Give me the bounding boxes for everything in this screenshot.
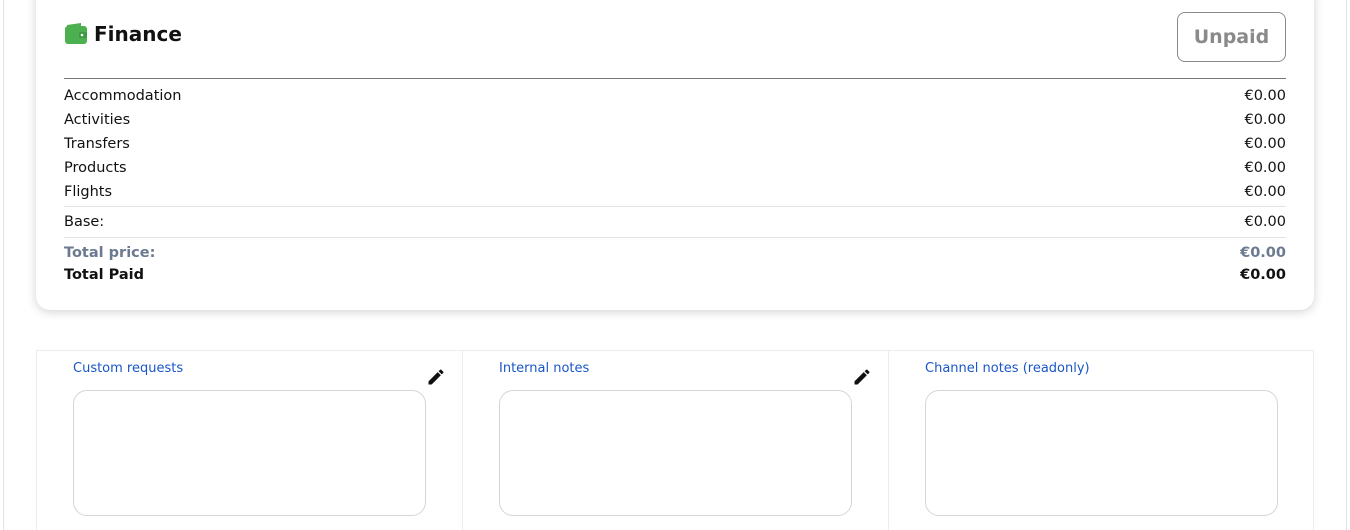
total-price-amount: €0.00 (1240, 245, 1286, 261)
total-paid-amount: €0.00 (1240, 267, 1286, 283)
total-paid-label: Total Paid (64, 267, 145, 283)
channel-notes-panel: Channel notes (readonly) (888, 351, 1314, 530)
line-item-products: Products €0.00 (64, 156, 1286, 180)
pencil-icon[interactable] (852, 367, 872, 387)
internal-notes-panel: Internal notes (462, 351, 888, 530)
finance-header: Finance (64, 22, 182, 46)
line-item-amount: €0.00 (1244, 136, 1286, 152)
line-item-label: Activities (64, 112, 131, 128)
finance-line-items: Accommodation €0.00 Activities €0.00 Tra… (64, 84, 1286, 284)
line-item-amount: €0.00 (1244, 88, 1286, 104)
finance-divider (64, 78, 1286, 79)
payment-status-button[interactable]: Unpaid (1177, 12, 1286, 62)
base-label: Base: (64, 214, 105, 230)
base-amount: €0.00 (1244, 214, 1286, 230)
custom-requests-panel: Custom requests (36, 351, 462, 530)
total-paid-row: Total Paid €0.00 (64, 266, 1286, 284)
page-right-border (1346, 0, 1347, 530)
line-item-accommodation: Accommodation €0.00 (64, 84, 1286, 108)
notes-section: Custom requests Internal notes Channel n… (36, 350, 1314, 530)
custom-requests-textarea[interactable] (73, 390, 426, 516)
finance-card: Finance Unpaid Accommodation €0.00 Activ… (36, 0, 1314, 310)
internal-notes-label: Internal notes (499, 361, 590, 376)
total-price-row: Total price: €0.00 (64, 240, 1286, 266)
total-price-label: Total price: (64, 245, 156, 261)
line-item-transfers: Transfers €0.00 (64, 132, 1286, 156)
wallet-icon (64, 23, 88, 45)
custom-requests-label: Custom requests (73, 361, 184, 376)
pencil-icon[interactable] (426, 367, 446, 387)
finance-title: Finance (94, 22, 182, 46)
line-item-activities: Activities €0.00 (64, 108, 1286, 132)
line-separator (64, 237, 1286, 238)
channel-notes-label: Channel notes (readonly) (925, 361, 1090, 376)
line-item-label: Products (64, 160, 127, 176)
line-item-amount: €0.00 (1244, 112, 1286, 128)
internal-notes-textarea[interactable] (499, 390, 852, 516)
line-item-label: Accommodation (64, 88, 182, 104)
base-row: Base: €0.00 (64, 209, 1286, 235)
line-item-flights: Flights €0.00 (64, 180, 1286, 204)
channel-notes-textarea (925, 390, 1278, 516)
line-item-amount: €0.00 (1244, 184, 1286, 200)
line-item-label: Transfers (64, 136, 130, 152)
page-left-border (3, 0, 4, 530)
line-item-amount: €0.00 (1244, 160, 1286, 176)
line-item-label: Flights (64, 184, 113, 200)
line-separator (64, 206, 1286, 207)
